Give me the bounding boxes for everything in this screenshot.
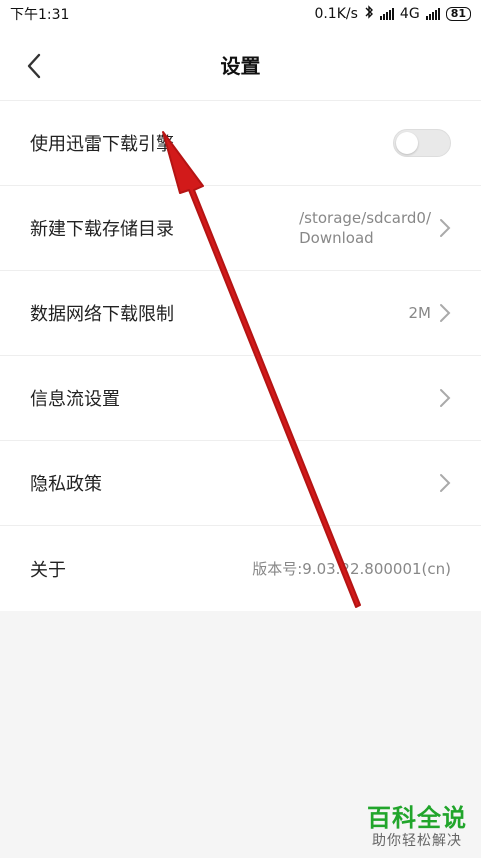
chevron-right-icon xyxy=(440,304,451,322)
settings-item-right: 版本号:9.03.22.800001(cn) xyxy=(252,558,451,579)
settings-item-right xyxy=(439,473,451,493)
download-engine-toggle[interactable] xyxy=(393,129,451,157)
settings-list: 使用迅雷下载引擎 新建下载存储目录 /storage/sdcard0/ Down… xyxy=(0,100,481,611)
back-button[interactable] xyxy=(18,50,50,82)
settings-item-label: 关于 xyxy=(30,559,66,581)
storage-path-line1: /storage/sdcard0/ xyxy=(299,209,431,227)
data-limit-value: 2M xyxy=(408,304,432,322)
bluetooth-icon xyxy=(364,5,374,23)
watermark: 百科全说 助你轻松解决 xyxy=(367,806,467,848)
chevron-right-icon xyxy=(440,219,451,237)
chevron-right-icon xyxy=(440,474,451,492)
watermark-sub: 助你轻松解决 xyxy=(372,833,462,849)
status-right: 0.1K/s 4G 81 xyxy=(314,5,471,23)
network-type: 4G xyxy=(399,6,420,22)
settings-item-data-limit[interactable]: 数据网络下载限制 2M xyxy=(0,271,481,356)
settings-item-label: 数据网络下载限制 xyxy=(30,304,174,325)
status-network-speed: 0.1K/s xyxy=(314,6,358,22)
settings-item-download-engine[interactable]: 使用迅雷下载引擎 xyxy=(0,101,481,186)
version-value: 版本号:9.03.22.800001(cn) xyxy=(252,560,451,578)
settings-item-right xyxy=(439,388,451,408)
page-title: 设置 xyxy=(220,53,261,78)
settings-item-right: /storage/sdcard0/ Download xyxy=(299,209,451,247)
toggle-knob xyxy=(396,132,418,154)
signal-icon xyxy=(425,8,440,20)
status-bar: 下午1:31 0.1K/s 4G 81 xyxy=(0,0,481,28)
settings-item-privacy[interactable]: 隐私政策 xyxy=(0,441,481,526)
settings-item-label: 使用迅雷下载引擎 xyxy=(30,134,174,155)
storage-path-line2: Download xyxy=(299,229,374,247)
watermark-main: 百科全说 xyxy=(367,804,467,832)
signal-icon xyxy=(379,8,394,20)
settings-item-about[interactable]: 关于 版本号:9.03.22.800001(cn) xyxy=(0,526,481,611)
battery-level: 81 xyxy=(450,7,466,20)
settings-item-storage-directory[interactable]: 新建下载存储目录 /storage/sdcard0/ Download xyxy=(0,186,481,271)
battery-icon: 81 xyxy=(445,7,471,21)
settings-item-label: 新建下载存储目录 xyxy=(30,219,174,240)
settings-item-right: 2M xyxy=(409,303,452,323)
chevron-right-icon xyxy=(440,389,451,407)
settings-item-label: 隐私政策 xyxy=(30,474,102,495)
settings-item-feed[interactable]: 信息流设置 xyxy=(0,356,481,441)
header: 设置 xyxy=(0,28,481,100)
status-time: 下午1:31 xyxy=(10,7,70,23)
settings-item-label: 信息流设置 xyxy=(30,389,120,410)
storage-path: /storage/sdcard0/ Download xyxy=(299,209,431,247)
chevron-left-icon xyxy=(27,53,41,79)
